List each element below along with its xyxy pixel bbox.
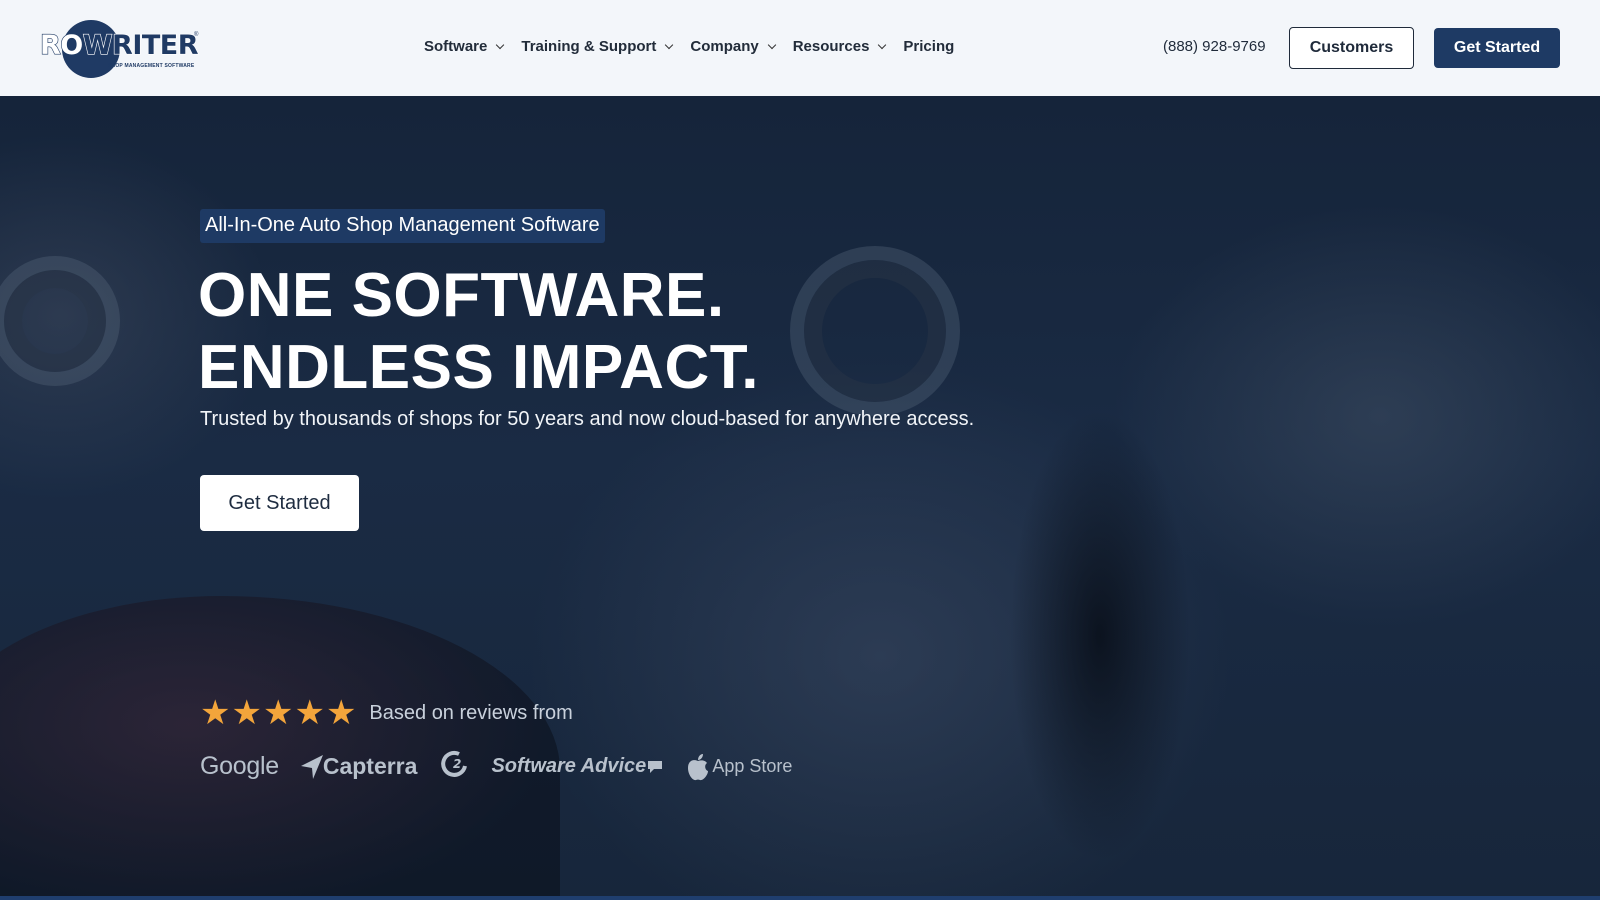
- star-icon: ★: [325, 694, 357, 732]
- hero-bottom-band: [0, 896, 1600, 900]
- chevron-down-icon: [496, 40, 505, 49]
- customers-button[interactable]: Customers: [1289, 27, 1414, 69]
- phone-link[interactable]: (888) 928-9769: [1163, 38, 1266, 55]
- nav-item-pricing[interactable]: Pricing: [903, 38, 954, 55]
- nav-item-training-support[interactable]: Training & Support: [521, 38, 674, 55]
- hero-get-started-button[interactable]: Get Started: [200, 475, 359, 531]
- nav-item-resources[interactable]: Resources: [793, 38, 887, 55]
- rating-row: ★ ★ ★ ★ ★ Based on reviews from: [200, 696, 573, 730]
- app-store-logo: App Store: [686, 753, 792, 781]
- star-icon: ★: [200, 694, 231, 732]
- star-icon: ★: [294, 694, 325, 732]
- nav-item-software[interactable]: Software: [424, 38, 505, 55]
- header-get-started-button[interactable]: Get Started: [1434, 28, 1560, 68]
- g2-logo: 2: [439, 748, 469, 785]
- chevron-down-icon: [878, 40, 887, 49]
- speech-bubble-icon: [648, 760, 663, 773]
- svg-text:2: 2: [453, 757, 461, 771]
- hero-section: All-In-One Auto Shop Management Software…: [0, 96, 1600, 900]
- capterra-logo: Capterra: [300, 753, 417, 780]
- software-advice-logo: Software Advice: [491, 755, 663, 778]
- headline-line-2: ENDLESS IMPACT.: [198, 333, 759, 402]
- hero-subhead: Trusted by thousands of shops for 50 yea…: [200, 408, 975, 430]
- star-icon: ★: [231, 694, 262, 732]
- hero-eyebrow: All-In-One Auto Shop Management Software: [200, 209, 605, 243]
- chevron-down-icon: [665, 40, 674, 49]
- background-wheel: [0, 256, 120, 386]
- logo-tagline: SHOP MANAGEMENT SOFTWARE: [108, 63, 195, 69]
- star-icon: ★: [262, 694, 294, 732]
- background-mechanic: [990, 306, 1230, 900]
- logo-registered-mark: ®: [194, 32, 199, 38]
- hero-headline: ONE SOFTWARE. ENDLESS IMPACT.: [198, 260, 759, 404]
- rowriter-logo[interactable]: ROWRITER ® SHOP MANAGEMENT SOFTWARE: [38, 18, 202, 78]
- site-header: ROWRITER ® SHOP MANAGEMENT SOFTWARE Soft…: [0, 0, 1600, 96]
- review-source-logos: Google Capterra 2 Software Advice App St…: [200, 748, 792, 785]
- background-wheel: [790, 246, 960, 416]
- logo-wordmark: ROWRITER: [39, 29, 199, 61]
- g2-icon: 2: [441, 750, 468, 777]
- nav-item-company[interactable]: Company: [690, 38, 776, 55]
- chevron-down-icon: [767, 40, 776, 49]
- google-logo: Google: [200, 752, 279, 780]
- reviews-text: Based on reviews from: [369, 701, 573, 724]
- capterra-icon: [300, 754, 323, 779]
- main-nav: Software Training & Support Company Reso…: [424, 38, 972, 55]
- apple-icon: [688, 753, 709, 780]
- headline-line-1: ONE SOFTWARE.: [198, 261, 725, 330]
